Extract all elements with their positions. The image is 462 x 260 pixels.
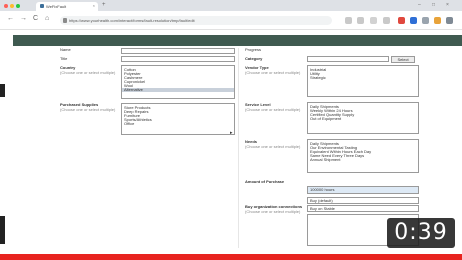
service-level-option[interactable]: Out of Equipment xyxy=(308,117,418,121)
window-minimize-dot[interactable] xyxy=(10,4,14,8)
window-close-dot[interactable] xyxy=(4,4,8,8)
category-select-button[interactable]: Select xyxy=(391,56,415,63)
browser-tab-strip: WeFixFault × + – □ × xyxy=(0,0,462,11)
service-level-hint: (Choose one or select multiple) xyxy=(245,107,301,112)
field-1-input[interactable] xyxy=(121,48,235,54)
needs-multiselect[interactable]: Daily Shipments Our Environmental Tastin… xyxy=(307,139,419,173)
tab-close-icon[interactable]: × xyxy=(93,3,95,8)
field-1-label: Name xyxy=(60,47,71,52)
extension-blue-icon[interactable] xyxy=(410,17,417,24)
vendor-type-hint: (Choose one or select multiple) xyxy=(245,70,301,75)
total-value: 100000 hours xyxy=(310,187,335,192)
field-2-label: Title xyxy=(60,56,68,61)
field-3-hint: (Choose one or select multiple) xyxy=(60,70,116,75)
new-tab-button[interactable]: + xyxy=(102,2,106,8)
extension-orange-icon[interactable] xyxy=(434,17,441,24)
address-bar[interactable]: https://www.yourhealth.com/interact/form… xyxy=(60,16,332,25)
bookmark-star-icon[interactable] xyxy=(345,17,352,24)
org-select-2-value: Buy on Stable xyxy=(310,206,335,211)
field-4-multiselect[interactable]: Store Products Deep Repairs Furniture Sp… xyxy=(121,103,235,135)
back-icon[interactable]: ← xyxy=(7,15,14,22)
field-2-input[interactable] xyxy=(121,56,235,62)
profile-avatar[interactable] xyxy=(446,17,453,24)
favicon-icon xyxy=(40,4,44,8)
browser-tab-active[interactable]: WeFixFault × xyxy=(36,2,98,11)
vendor-type-option[interactable]: Strategic xyxy=(308,76,418,80)
field-4-option[interactable]: Office xyxy=(122,122,234,126)
home-icon[interactable]: ⌂ xyxy=(45,15,49,22)
total-label: Amount of Purchase xyxy=(245,179,285,184)
tab-title: WeFixFault xyxy=(46,4,67,9)
video-progress-bar[interactable] xyxy=(0,254,462,260)
org-hint: (Choose one or select multiple) xyxy=(245,209,301,214)
category-input[interactable] xyxy=(307,56,389,62)
window-zoom-dot[interactable] xyxy=(16,4,20,8)
needs-option[interactable]: Annual Shipment xyxy=(308,158,418,162)
app-header-bar xyxy=(13,35,462,46)
close-icon[interactable]: × xyxy=(446,2,449,8)
downloads-icon[interactable] xyxy=(383,17,390,24)
org-select-2[interactable]: Buy on Stable xyxy=(307,205,419,212)
org-select-1[interactable]: Buy (default) xyxy=(307,197,419,204)
left-edge-mark xyxy=(0,84,5,97)
left-edge-mark xyxy=(0,216,5,244)
menu-icon[interactable] xyxy=(370,17,377,24)
service-level-multiselect[interactable]: Daily Shipments Weekly Within 24 Hours C… xyxy=(307,102,419,134)
total-input[interactable]: 100000 hours xyxy=(307,186,419,194)
video-timestamp-badge: 0:39 xyxy=(387,218,455,248)
field-4-hint: (Choose one or select multiple) xyxy=(60,107,116,112)
cursor-pointer-icon: ▸ xyxy=(230,130,233,136)
reload-icon[interactable]: C xyxy=(33,15,38,22)
category-label: Category xyxy=(245,56,263,61)
column-divider xyxy=(238,48,239,248)
field-3-option-selected[interactable]: Alternative xyxy=(122,88,234,92)
browser-toolbar: ← → C ⌂ https://www.yourhealth.com/inter… xyxy=(0,11,462,30)
field-3-multiselect[interactable]: Cotton Polyester Cashmere Cupronickel Wo… xyxy=(121,65,235,99)
extension-red-icon[interactable] xyxy=(398,17,405,24)
url-text: https://www.yourhealth.com/interact/form… xyxy=(69,18,195,23)
extensions-icon[interactable] xyxy=(357,17,364,24)
needs-hint: (Choose one or select multiple) xyxy=(245,144,301,149)
status-label: Progress xyxy=(245,47,262,52)
forward-icon[interactable]: → xyxy=(20,15,27,22)
org-select-1-value: Buy (default) xyxy=(310,198,333,203)
vendor-type-multiselect[interactable]: Industrial Utility Strategic xyxy=(307,65,419,97)
minimize-icon[interactable]: – xyxy=(418,2,421,8)
maximize-icon[interactable]: □ xyxy=(432,2,435,8)
lock-icon xyxy=(63,18,67,23)
extension-grey-icon[interactable] xyxy=(422,17,429,24)
